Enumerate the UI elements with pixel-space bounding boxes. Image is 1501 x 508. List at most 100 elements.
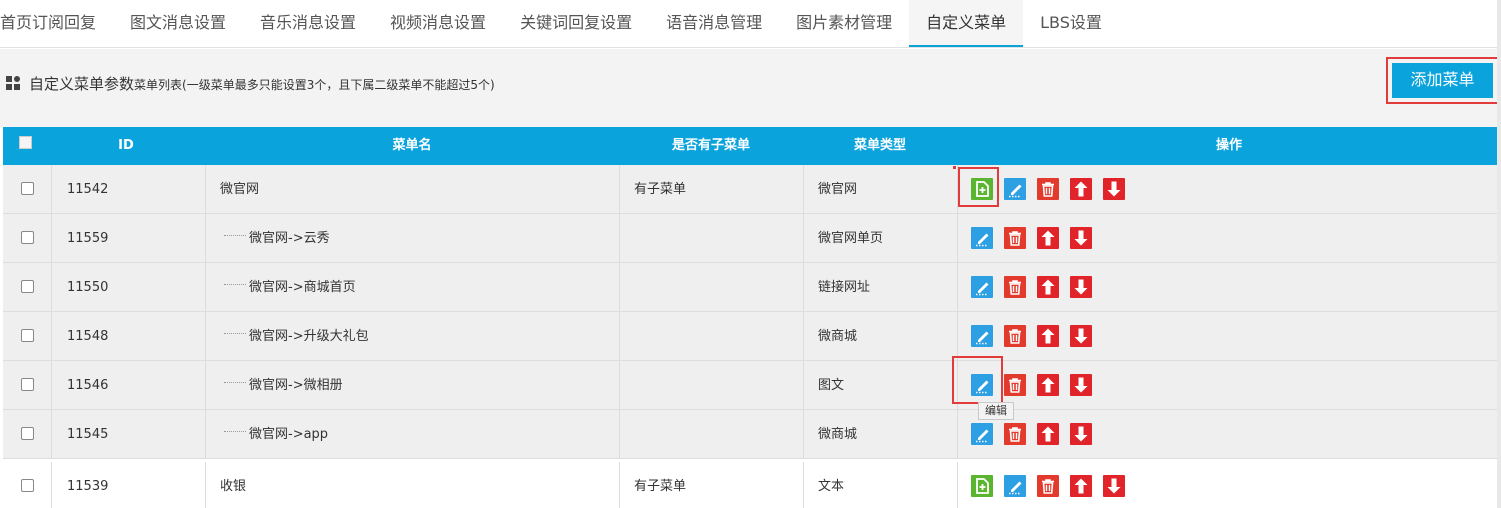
edit-icon[interactable]	[971, 227, 993, 249]
tab-image-assets[interactable]: 图片素材管理	[779, 0, 909, 47]
grid-icon	[6, 76, 20, 90]
row-name: 微官网->升级大礼包	[224, 312, 369, 361]
section-header: 自定义菜单参数菜单列表(一级菜单最多只能设置3个，且下属二级菜单不能超过5个) …	[0, 49, 1501, 127]
edit-tooltip: 编辑	[978, 402, 1014, 420]
row-type: 微官网单页	[818, 231, 884, 246]
row-name: 收银	[220, 479, 247, 494]
row-checkbox[interactable]	[21, 427, 34, 440]
row-checkbox[interactable]	[21, 182, 34, 195]
row-has-sub: 有子菜单	[634, 182, 687, 197]
row-name-text: 微官网->微相册	[249, 378, 343, 393]
col-header-has-sub: 是否有子菜单	[671, 138, 750, 153]
page-title: 自定义菜单参数菜单列表(一级菜单最多只能设置3个，且下属二级菜单不能超过5个)	[29, 73, 495, 94]
tab-keyword-reply[interactable]: 关键词回复设置	[503, 0, 649, 47]
row-name-text: 微官网->升级大礼包	[249, 329, 369, 344]
arrow-up-icon[interactable]	[1070, 475, 1092, 497]
row-type: 微商城	[818, 329, 858, 344]
arrow-up-icon[interactable]	[1070, 178, 1092, 200]
add-sub-highlight	[958, 167, 999, 207]
row-name: 微官网->微相册	[224, 361, 343, 410]
tree-connector	[224, 382, 246, 383]
row-name: 微官网->商城首页	[224, 263, 356, 312]
row-name: 微官网->云秀	[224, 214, 330, 263]
row-name-text: 微官网->商城首页	[249, 280, 356, 295]
trash-icon[interactable]	[1037, 178, 1059, 200]
edit-icon[interactable]	[1004, 178, 1026, 200]
row-id: 11546	[67, 378, 109, 393]
table-row: 11539 收银 有子菜单 文本	[3, 462, 1501, 508]
col-header-type: 菜单类型	[853, 138, 906, 153]
row-checkbox[interactable]	[21, 280, 34, 293]
tab-music-message[interactable]: 音乐消息设置	[243, 0, 373, 47]
tree-connector	[224, 235, 246, 236]
add-submenu-icon[interactable]	[971, 475, 993, 497]
add-menu-button[interactable]: 添加菜单	[1392, 63, 1493, 98]
arrow-down-icon[interactable]	[1103, 475, 1125, 497]
row-name-text: 微官网->app	[249, 427, 329, 442]
add-menu-highlight: 添加菜单	[1386, 57, 1499, 104]
edit-icon[interactable]	[971, 325, 993, 347]
tab-bar: 首页订阅回复 图文消息设置 音乐消息设置 视频消息设置 关键词回复设置 语音消息…	[0, 0, 1501, 48]
trash-icon[interactable]	[1004, 227, 1026, 249]
edit-icon[interactable]	[1004, 475, 1026, 497]
table-row: 11550 微官网->商城首页 链接网址	[3, 263, 1501, 312]
row-type: 链接网址	[818, 280, 871, 295]
row-checkbox[interactable]	[21, 231, 34, 244]
arrow-up-icon[interactable]	[1037, 325, 1059, 347]
edit-icon[interactable]	[971, 423, 993, 445]
tab-subscribe-reply[interactable]: 首页订阅回复	[0, 0, 113, 47]
arrow-up-icon[interactable]	[1037, 227, 1059, 249]
arrow-down-icon[interactable]	[1070, 227, 1092, 249]
row-has-sub: 有子菜单	[634, 479, 687, 494]
tree-connector	[224, 333, 246, 334]
table-row: 11546 微官网->微相册 图文	[3, 361, 1501, 410]
edit-icon[interactable]	[971, 276, 993, 298]
page-scrollbar[interactable]	[1497, 0, 1501, 508]
tab-video-message[interactable]: 视频消息设置	[373, 0, 503, 47]
col-header-name: 菜单名	[392, 138, 432, 153]
row-checkbox[interactable]	[21, 378, 34, 391]
row-name: 微官网->app	[224, 410, 328, 459]
row-id: 11542	[67, 182, 109, 197]
row-type: 微官网	[818, 182, 858, 197]
arrow-down-icon[interactable]	[1103, 178, 1125, 200]
page-subtitle: 菜单列表(一级菜单最多只能设置3个，且下属二级菜单不能超过5个)	[134, 78, 495, 92]
row-id: 11545	[67, 427, 109, 442]
row-type: 文本	[818, 479, 845, 494]
row-type: 图文	[818, 378, 845, 393]
trash-icon[interactable]	[1004, 325, 1026, 347]
row-checkbox[interactable]	[21, 479, 34, 492]
arrow-down-icon[interactable]	[1070, 423, 1092, 445]
table-row: 11559 微官网->云秀 微官网单页	[3, 214, 1501, 263]
col-header-ops: 操作	[1215, 138, 1242, 153]
arrow-down-icon[interactable]	[1070, 325, 1092, 347]
trash-icon[interactable]	[1004, 276, 1026, 298]
row-checkbox[interactable]	[21, 329, 34, 342]
row-id: 11539	[67, 479, 109, 494]
page-title-main: 自定义菜单参数	[29, 75, 135, 93]
arrow-up-icon[interactable]	[1037, 423, 1059, 445]
arrow-up-icon[interactable]	[1037, 374, 1059, 396]
row-id: 11550	[67, 280, 109, 295]
trash-icon[interactable]	[1004, 423, 1026, 445]
table-header: ID 菜单名 是否有子菜单 菜单类型 操作	[3, 127, 1501, 165]
arrow-up-icon[interactable]	[1037, 276, 1059, 298]
row-id: 11548	[67, 329, 109, 344]
tab-lbs-settings[interactable]: LBS设置	[1023, 0, 1119, 47]
table-row: 11542 微官网 有子菜单 微官网	[3, 165, 1501, 214]
tab-news-message[interactable]: 图文消息设置	[113, 0, 243, 47]
col-header-id: ID	[118, 138, 134, 153]
row-name-text: 微官网->云秀	[249, 231, 330, 246]
trash-icon[interactable]	[1004, 374, 1026, 396]
arrow-down-icon[interactable]	[1070, 374, 1092, 396]
row-id: 11559	[67, 231, 109, 246]
tab-voice-message[interactable]: 语音消息管理	[649, 0, 779, 47]
highlight-marker	[953, 166, 956, 169]
select-all-checkbox[interactable]	[19, 136, 32, 149]
row-type: 微商城	[818, 427, 858, 442]
row-name: 微官网	[220, 182, 260, 197]
edit-highlight	[952, 356, 1003, 404]
trash-icon[interactable]	[1037, 475, 1059, 497]
arrow-down-icon[interactable]	[1070, 276, 1092, 298]
tab-custom-menu[interactable]: 自定义菜单	[909, 0, 1024, 47]
